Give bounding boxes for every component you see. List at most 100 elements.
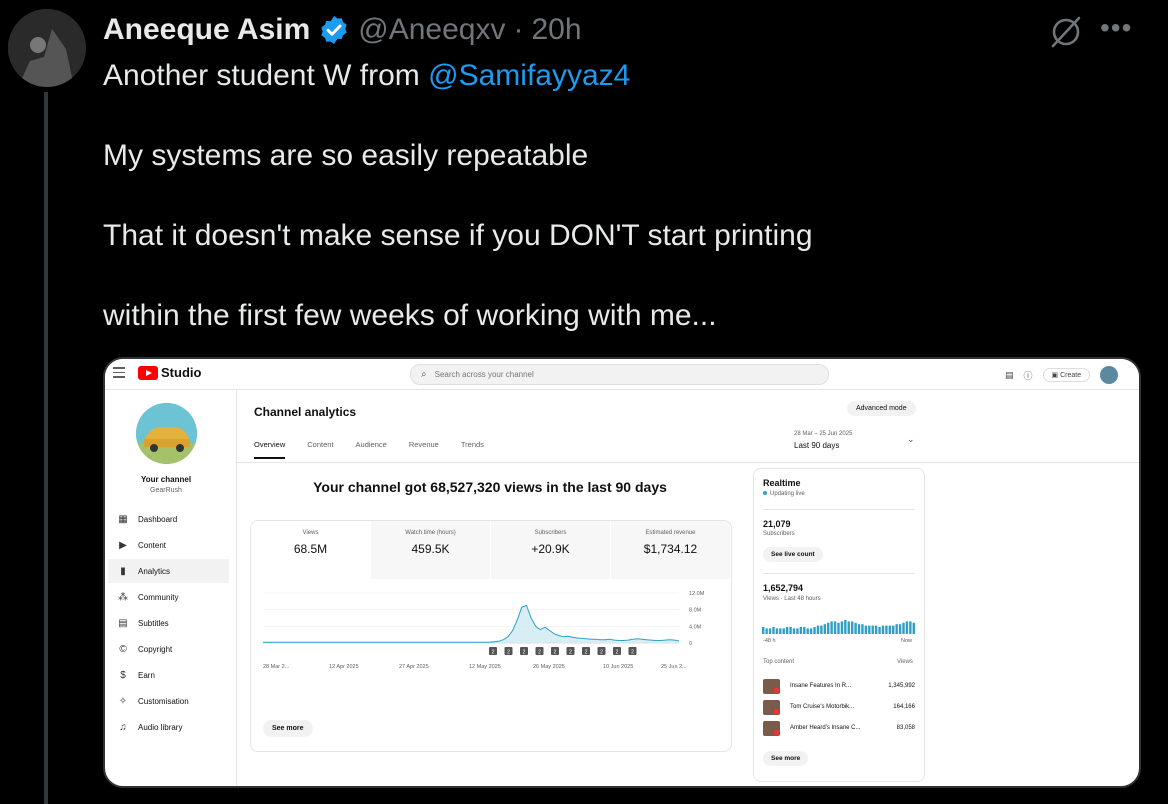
- studio-logo[interactable]: Studio: [138, 365, 201, 380]
- x-tick-label: 10 Jun 2025: [603, 664, 633, 670]
- customisation-icon: ✧: [118, 695, 128, 707]
- date-range-picker[interactable]: 28 Mar – 25 Jun 2025 Last 90 days: [794, 429, 852, 451]
- y-tick-label: 0: [689, 641, 692, 647]
- realtime-see-more-button[interactable]: See more: [763, 751, 809, 766]
- realtime-bar: [857, 624, 861, 634]
- video-thumbnail: [763, 678, 780, 694]
- create-button[interactable]: ▣ Create: [1042, 368, 1091, 382]
- realtime-bar: [813, 627, 816, 634]
- realtime-subscribers-label: Subscribers: [763, 531, 795, 537]
- realtime-bar: [909, 621, 912, 634]
- your-channel-label: Your channel: [140, 475, 192, 484]
- realtime-bar: [861, 624, 864, 634]
- grok-icon[interactable]: [1048, 14, 1084, 50]
- realtime-bar: [782, 628, 785, 634]
- realtime-bar: [898, 624, 902, 634]
- search-input[interactable]: ⌕ Search across your channel: [410, 364, 829, 385]
- mention-link[interactable]: @Samifayyaz4: [428, 59, 630, 92]
- kpi-card: Views 68.5M Watch time (hours) 459.5K Su…: [250, 520, 732, 752]
- channel-avatar[interactable]: [136, 403, 197, 464]
- separator-dot: ·: [513, 13, 524, 46]
- sidebar-item-analytics[interactable]: ▮ Analytics: [108, 559, 229, 583]
- sidebar-item-earn[interactable]: $ Earn: [108, 663, 229, 687]
- realtime-bar: [768, 628, 772, 634]
- sidebar-item-subtitles[interactable]: ▤ Subtitles: [108, 611, 229, 635]
- sidebar-item-content[interactable]: ▶ Content: [108, 533, 229, 557]
- sidebar-item-dashboard[interactable]: ▦ Dashboard: [108, 507, 229, 531]
- realtime-bar: [820, 625, 823, 634]
- date-range-label: Last 90 days: [794, 441, 840, 450]
- top-content-row[interactable]: Insane Features In R... 1,345,992: [763, 677, 915, 695]
- tab-audience[interactable]: Audience: [356, 440, 387, 459]
- help-icon[interactable]: ⓘ: [1024, 369, 1033, 382]
- tweet-line-3: That it doesn't make sense if you DON'T …: [103, 219, 813, 252]
- studio-sidebar: Your channel GearRush ▦ Dashboard ▶ Conten…: [105, 389, 237, 786]
- sidebar-item-community[interactable]: ⁂ Community: [108, 585, 229, 609]
- tab-revenue[interactable]: Revenue: [409, 440, 439, 459]
- x-tick-label: 25 Jun 2...: [661, 664, 687, 670]
- kpi-views[interactable]: Views 68.5M: [251, 521, 370, 579]
- upload-marker-label: 2: [523, 650, 526, 656]
- content-icon: ▶: [119, 539, 127, 551]
- realtime-views-value: 1,652,794: [763, 583, 804, 593]
- realtime-bar: [892, 625, 895, 634]
- attached-screenshot[interactable]: Studio ⌕ Search across your channel ▤ ⓘ …: [103, 357, 1141, 788]
- realtime-axis-right: Now: [901, 638, 913, 644]
- page-title: Channel analytics: [254, 405, 357, 419]
- upload-marker-label: 2: [538, 650, 541, 656]
- top-content-row[interactable]: Tom Cruise's Motorbik... 164,166: [763, 698, 915, 716]
- realtime-bar: [888, 625, 892, 634]
- copyright-icon: ©: [119, 643, 127, 655]
- audio-library-icon: ♫: [119, 721, 127, 733]
- realtime-bar: [779, 628, 782, 634]
- see-live-count-button[interactable]: See live count: [763, 547, 823, 562]
- upload-marker-label: 2: [585, 650, 588, 656]
- date-range-dates: 28 Mar – 25 Jun 2025: [794, 431, 853, 437]
- see-more-button[interactable]: See more: [263, 720, 313, 737]
- topbar-actions: ▤ ⓘ ▣ Create: [1005, 366, 1119, 384]
- tweet-line-1: Another student W from @Samifayyaz4: [103, 59, 631, 92]
- x-tick-label: 28 Mar 2...: [263, 664, 290, 670]
- chevron-down-icon[interactable]: ⌄: [907, 434, 915, 445]
- upload-marker-label: 2: [631, 650, 634, 656]
- sidebar-item-copyright[interactable]: © Copyright: [108, 637, 229, 661]
- author-name[interactable]: Aneeque Asim: [103, 13, 310, 47]
- tweet-line-4: within the first few weeks of working wi…: [103, 299, 717, 332]
- realtime-bar: [844, 620, 847, 634]
- tweet-header: Aneeque Asim @Aneeqxv · 20h: [103, 10, 582, 50]
- realtime-bar: [809, 628, 813, 634]
- views-line: [263, 604, 680, 643]
- kpi-subscribers[interactable]: Subscribers +20.9K: [491, 521, 610, 579]
- channel-name: GearRush: [150, 487, 182, 494]
- realtime-title: Realtime: [763, 478, 801, 488]
- realtime-axis-left: -48 h: [763, 638, 776, 644]
- advanced-mode-button[interactable]: Advanced mode: [847, 401, 916, 416]
- tweet-line-2: My systems are so easily repeatable: [103, 139, 589, 172]
- tweet-time[interactable]: 20h: [531, 13, 581, 47]
- top-content-label: Top content: [763, 659, 795, 665]
- account-avatar[interactable]: [1100, 366, 1119, 384]
- tab-trends[interactable]: Trends: [461, 440, 484, 459]
- sidebar-item-audio-library[interactable]: ♫ Audio library: [108, 715, 229, 739]
- x-tick-label: 26 May 2025: [533, 664, 565, 670]
- menu-icon[interactable]: [113, 367, 125, 378]
- realtime-bar: [827, 622, 830, 634]
- author-avatar[interactable]: [8, 9, 86, 87]
- studio-topbar: Studio ⌕ Search across your channel ▤ ⓘ …: [105, 359, 1139, 390]
- youtube-logo-icon: [138, 365, 158, 380]
- views-headline: Your channel got 68,527,320 views in the…: [313, 479, 667, 495]
- feedback-icon[interactable]: ▤: [1005, 370, 1014, 381]
- more-icon[interactable]: •••: [1100, 14, 1132, 42]
- top-content-row[interactable]: Amber Heard's Insane C... 83,058: [763, 719, 915, 737]
- kpi-revenue[interactable]: Estimated revenue $1,734.12: [611, 521, 730, 579]
- author-handle[interactable]: @Aneeqxv: [358, 13, 505, 47]
- tab-overview[interactable]: Overview: [254, 440, 286, 459]
- updating-live-label: Updating live: [763, 491, 805, 497]
- sidebar-item-customisation[interactable]: ✧ Customisation: [108, 689, 229, 713]
- kpi-watch-time[interactable]: Watch time (hours) 459.5K: [371, 521, 490, 579]
- tab-content[interactable]: Content: [307, 440, 333, 459]
- earn-icon: $: [120, 669, 126, 681]
- upload-marker-label: 2: [507, 650, 510, 656]
- analytics-icon: ▮: [120, 565, 126, 577]
- realtime-views-label: Views · Last 48 hours: [763, 596, 821, 602]
